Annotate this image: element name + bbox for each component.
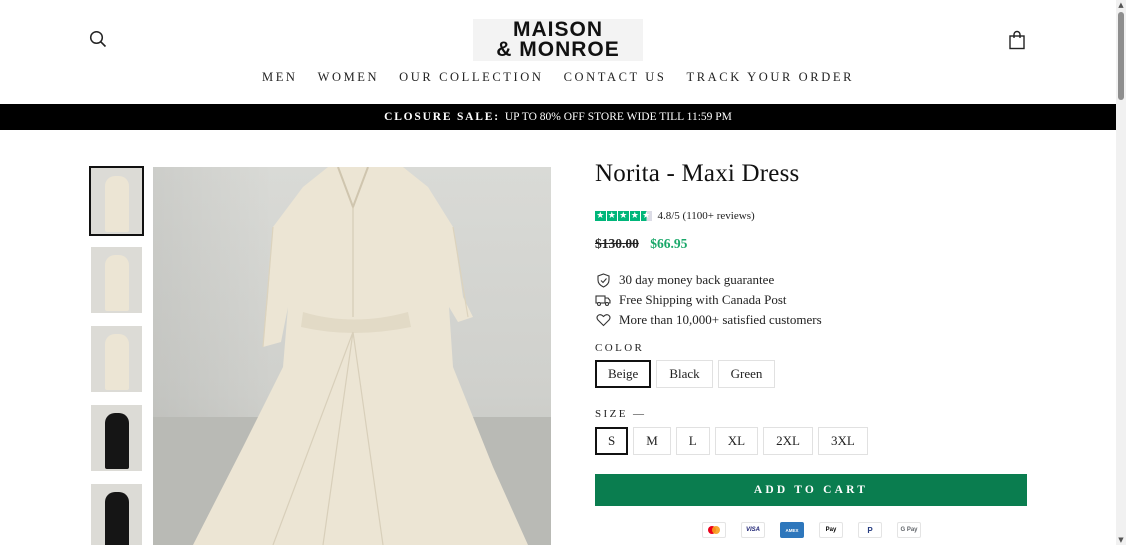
compare-at-price: $130.00 [595, 236, 639, 251]
nav-item-women[interactable]: WOMEN [308, 70, 390, 85]
shield-check-icon [595, 272, 611, 288]
page-scrollbar[interactable]: ▲ ▼ [1116, 0, 1126, 545]
size-label: SIZE — [595, 408, 647, 420]
google-pay-icon: G Pay [897, 522, 921, 538]
thumbnail-image [105, 255, 129, 311]
feature-item: Free Shipping with Canada Post [595, 290, 822, 310]
scrollbar-thumb[interactable] [1118, 12, 1124, 100]
size-option-s[interactable]: S [595, 427, 629, 455]
mastercard-icon [702, 522, 726, 538]
product-thumbnail[interactable] [91, 326, 142, 392]
feature-text: 30 day money back guarantee [619, 272, 775, 287]
feature-list: 30 day money back guarantee Free Shippin… [595, 270, 822, 330]
feature-text: Free Shipping with Canada Post [619, 292, 787, 307]
amex-icon: AMEX [780, 522, 804, 538]
product-thumbnail[interactable] [89, 166, 144, 236]
main-nav: MEN WOMEN OUR COLLECTION CONTACT US TRAC… [0, 70, 1116, 85]
size-option-xl[interactable]: XL [714, 427, 759, 455]
color-options: Beige Black Green [595, 360, 776, 388]
rating-stars: ★ ★ ★ ★ ★ [595, 210, 652, 222]
star-icon: ★ [629, 210, 640, 222]
size-options: S M L XL 2XL 3XL [595, 427, 868, 455]
add-to-cart-button[interactable]: ADD TO CART [595, 474, 1027, 506]
apple-pay-icon: Pay [819, 522, 843, 538]
announcement-bold: CLOSURE SALE: [384, 111, 500, 123]
payment-icons: VISA AMEX Pay P G Pay [702, 522, 921, 538]
thumbnail-image [105, 413, 129, 469]
feature-item: 30 day money back guarantee [595, 270, 822, 290]
nav-item-men[interactable]: MEN [252, 70, 308, 85]
rating-text: 4.8/5 (1100+ reviews) [657, 210, 755, 222]
dress-figure [193, 167, 528, 545]
shopping-bag-icon[interactable] [1008, 30, 1028, 50]
sale-price: $66.95 [650, 236, 688, 251]
thumbnail-image [105, 176, 129, 232]
scroll-up-arrow-icon[interactable]: ▲ [1117, 1, 1125, 9]
visa-icon: VISA [741, 522, 765, 538]
nav-item-our-collection[interactable]: OUR COLLECTION [389, 70, 553, 85]
heart-icon [595, 312, 611, 328]
color-option-beige[interactable]: Beige [595, 360, 652, 388]
site-header: MAISON & MONROE MEN WOMEN OUR COLLECTION… [0, 0, 1116, 104]
product-details: Norita - Maxi Dress ★ ★ ★ ★ ★ 4.8/5 (110… [595, 160, 1027, 538]
main-product-image[interactable] [153, 167, 551, 545]
scroll-down-arrow-icon[interactable]: ▼ [1117, 536, 1125, 544]
announcement-text: UP TO 80% OFF STORE WIDE TILL 11:59 PM [504, 111, 732, 123]
thumbnail-image [105, 334, 129, 390]
product-rating[interactable]: ★ ★ ★ ★ ★ 4.8/5 (1100+ reviews) [595, 210, 755, 222]
thumbnail-list [89, 166, 144, 545]
product-thumbnail[interactable] [91, 484, 142, 545]
paypal-icon: P [858, 522, 882, 538]
thumbnail-image [105, 492, 129, 545]
feature-item: More than 10,000+ satisfied customers [595, 310, 822, 330]
color-option-black[interactable]: Black [656, 360, 713, 388]
star-icon: ★ [595, 210, 606, 222]
size-option-3xl[interactable]: 3XL [817, 427, 868, 455]
logo-line-1: MAISON [513, 18, 603, 41]
product-thumbnail[interactable] [91, 247, 142, 313]
size-option-2xl[interactable]: 2XL [763, 427, 813, 455]
search-icon[interactable] [89, 30, 109, 50]
color-label: COLOR [595, 342, 645, 354]
site-logo[interactable]: MAISON & MONROE [473, 19, 643, 61]
logo-line-2: & MONROE [496, 38, 620, 61]
announcement-bar: CLOSURE SALE: UP TO 80% OFF STORE WIDE T… [0, 104, 1116, 130]
color-option-green[interactable]: Green [717, 360, 776, 388]
half-star-icon: ★ [641, 210, 652, 222]
product-title: Norita - Maxi Dress [595, 160, 800, 187]
truck-icon [595, 292, 611, 308]
size-option-m[interactable]: M [633, 427, 671, 455]
product-thumbnail[interactable] [91, 405, 142, 471]
feature-text: More than 10,000+ satisfied customers [619, 312, 822, 327]
size-option-l[interactable]: L [675, 427, 710, 455]
star-icon: ★ [618, 210, 629, 222]
price-block: $130.00 $66.95 [595, 236, 687, 252]
nav-item-track-your-order[interactable]: TRACK YOUR ORDER [676, 70, 864, 85]
star-icon: ★ [606, 210, 617, 222]
nav-item-contact-us[interactable]: CONTACT US [554, 70, 677, 85]
